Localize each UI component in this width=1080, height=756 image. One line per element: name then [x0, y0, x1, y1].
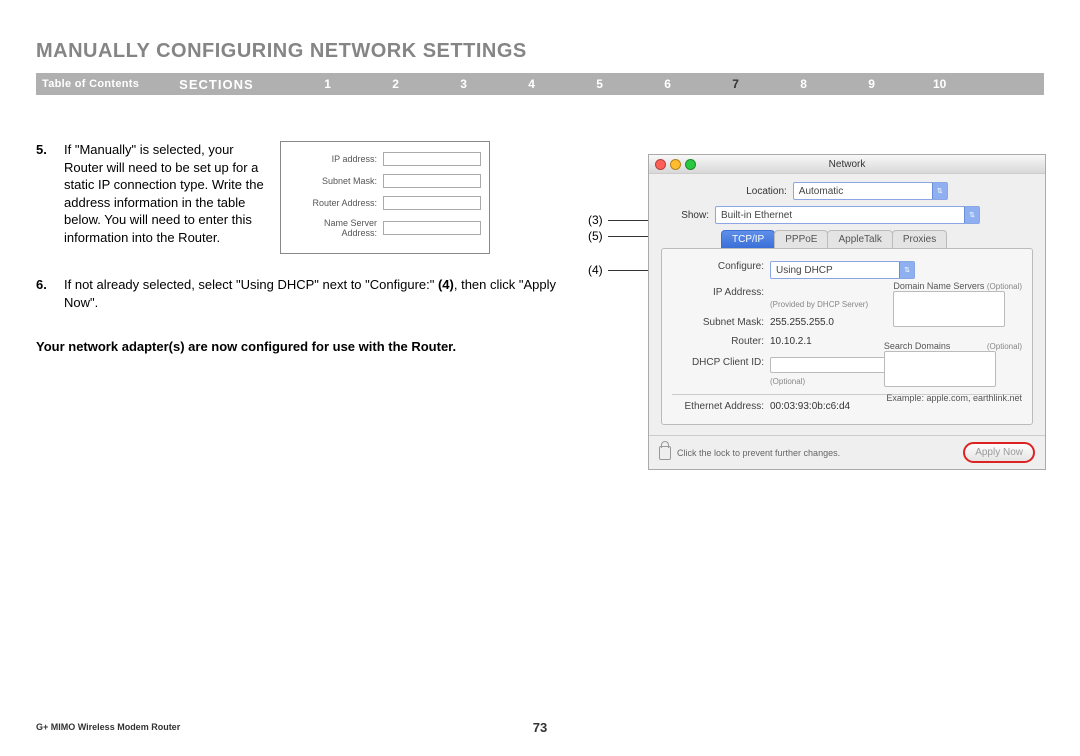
dhcp-client-input[interactable]: [770, 357, 892, 373]
tab-proxies[interactable]: Proxies: [892, 230, 947, 248]
page-title: MANUALLY CONFIGURING NETWORK SETTINGS: [36, 40, 1044, 63]
ip-info-table: IP address: Subnet Mask: Router Address:…: [280, 141, 490, 254]
dns-textarea[interactable]: [893, 291, 1005, 327]
section-navbar: Table of Contents SECTIONS 1 2 3 4 5 6 7…: [36, 73, 1044, 95]
lock-text: Click the lock to prevent further change…: [677, 448, 840, 458]
search-domains-label: Search Domains (Optional): [884, 341, 1022, 351]
apply-now-button[interactable]: Apply Now: [963, 442, 1035, 463]
section-7[interactable]: 7: [702, 77, 770, 91]
dhcp-client-label: DHCP Client ID:: [672, 357, 770, 368]
subnet-label-mac: Subnet Mask:: [672, 317, 770, 328]
show-select[interactable]: Built-in Ethernet⇅: [715, 206, 980, 224]
example-note: Example: apple.com, earthlink.net: [886, 393, 1022, 403]
network-preferences-window: Network Location: Automatic⇅ Show: Built…: [648, 154, 1046, 470]
chevron-updown-icon: ⇅: [932, 183, 947, 199]
dns-label: Domain Name Servers (Optional): [893, 281, 1022, 291]
location-select[interactable]: Automatic⇅: [793, 182, 948, 200]
section-1[interactable]: 1: [294, 77, 362, 91]
chevron-updown-icon: ⇅: [899, 262, 914, 278]
section-8[interactable]: 8: [770, 77, 838, 91]
router-address-field[interactable]: [383, 196, 481, 210]
section-5[interactable]: 5: [566, 77, 634, 91]
router-address-label: Router Address:: [289, 198, 383, 208]
step6-text: If not already selected, select "Using D…: [64, 276, 576, 311]
tcpip-panel: Configure: Using DHCP⇅ Domain Name Serve…: [661, 248, 1033, 425]
step6-number: 6.: [36, 276, 64, 311]
sections-label: SECTIONS: [179, 77, 253, 92]
section-10[interactable]: 10: [906, 77, 974, 91]
ethernet-label: Ethernet Address:: [672, 401, 770, 412]
tab-bar: TCP/IP PPPoE AppleTalk Proxies: [721, 230, 1033, 248]
show-label: Show:: [661, 210, 715, 221]
name-server-label: Name Server Address:: [289, 218, 383, 238]
tab-pppoe[interactable]: PPPoE: [774, 230, 828, 248]
product-name: G+ MIMO Wireless Modem Router: [36, 722, 180, 732]
ip-address-label: IP address:: [289, 154, 383, 164]
router-label-mac: Router:: [672, 336, 770, 347]
tab-appletalk[interactable]: AppleTalk: [827, 230, 892, 248]
ip-address-field[interactable]: [383, 152, 481, 166]
section-4[interactable]: 4: [498, 77, 566, 91]
section-9[interactable]: 9: [838, 77, 906, 91]
section-2[interactable]: 2: [362, 77, 430, 91]
window-title: Network: [649, 159, 1045, 170]
ethernet-value: 00:03:93:0b:c6:d4: [770, 401, 850, 412]
step5-number: 5.: [36, 141, 64, 246]
configure-select[interactable]: Using DHCP⇅: [770, 261, 915, 279]
subnet-mask-field[interactable]: [383, 174, 481, 188]
configure-label: Configure:: [672, 261, 770, 272]
router-value-mac: 10.10.2.1: [770, 336, 812, 347]
window-titlebar[interactable]: Network: [649, 155, 1045, 174]
toc-link[interactable]: Table of Contents: [42, 78, 139, 90]
tab-tcpip[interactable]: TCP/IP: [721, 230, 775, 248]
ip-address-label-mac: IP Address:: [672, 287, 770, 298]
page-number: 73: [533, 720, 547, 735]
chevron-updown-icon: ⇅: [964, 207, 979, 223]
dhcp-optional-note: (Optional): [770, 377, 805, 386]
section-6[interactable]: 6: [634, 77, 702, 91]
location-label: Location:: [746, 186, 793, 197]
search-domains-textarea[interactable]: [884, 351, 996, 387]
step5-text: If "Manually" is selected, your Router w…: [64, 141, 264, 246]
name-server-field[interactable]: [383, 221, 481, 235]
completion-message: Your network adapter(s) are now configur…: [36, 339, 576, 354]
section-3[interactable]: 3: [430, 77, 498, 91]
ip-provided-note: (Provided by DHCP Server): [770, 300, 868, 309]
lock-icon[interactable]: [659, 446, 671, 460]
subnet-value-mac: 255.255.255.0: [770, 317, 834, 328]
subnet-mask-label: Subnet Mask:: [289, 176, 383, 186]
